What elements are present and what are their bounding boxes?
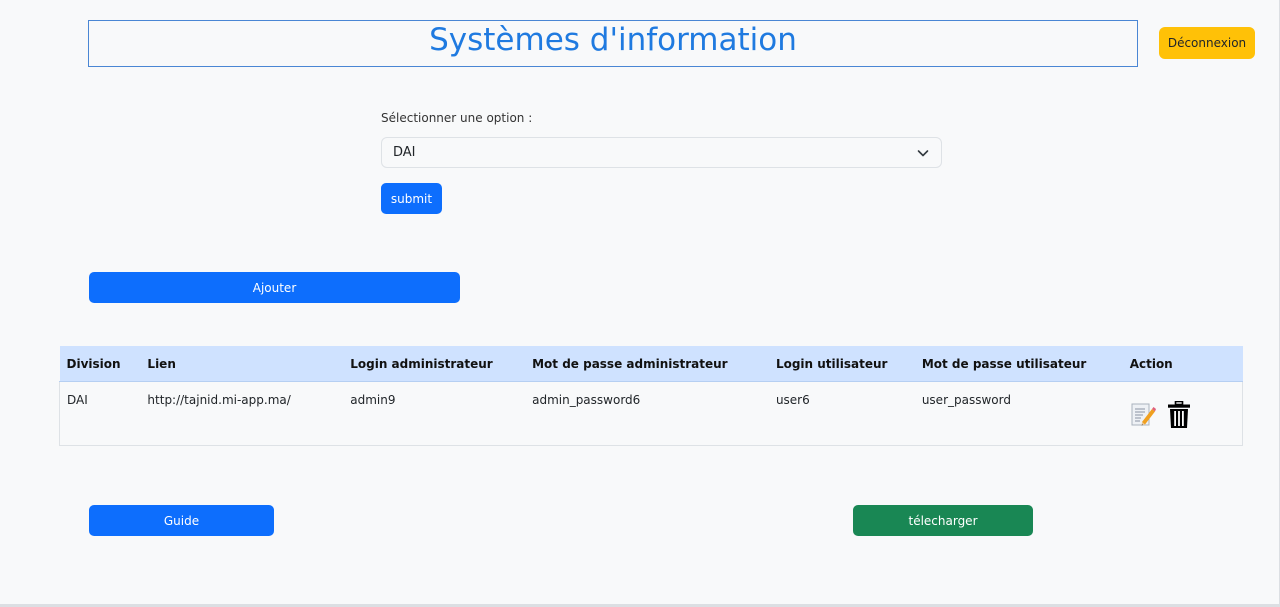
- cell-link: http://tajnid.mi-app.ma/: [140, 381, 344, 446]
- column-header: Login utilisateur: [768, 346, 915, 382]
- cell-division: DAI: [59, 381, 141, 446]
- page-title-box: Systèmes d'information: [88, 20, 1138, 67]
- table-row: DAI http://tajnid.mi-app.ma/ admin9 admi…: [59, 381, 1243, 446]
- division-select[interactable]: DAI: [381, 137, 942, 168]
- column-header: Mot de passe utilisateur: [914, 346, 1123, 382]
- column-header: Lien: [140, 346, 344, 382]
- cell-user-login: user6: [768, 381, 915, 446]
- column-header: Action: [1122, 346, 1243, 382]
- trash-icon[interactable]: [1167, 401, 1191, 429]
- column-header: Division: [59, 346, 141, 382]
- column-header: Mot de passe administrateur: [525, 346, 769, 382]
- page-title: Systèmes d'information: [429, 22, 797, 58]
- chevron-down-icon: [917, 150, 929, 157]
- systems-table: Division Lien Login administrateur Mot d…: [59, 346, 1243, 446]
- cell-user-password: user_password: [914, 381, 1123, 446]
- select-value: DAI: [393, 145, 416, 160]
- submit-button[interactable]: submit: [381, 183, 442, 214]
- cell-actions: [1122, 381, 1243, 446]
- select-label: Sélectionner une option :: [381, 111, 533, 125]
- cell-admin-password: admin_password6: [525, 381, 769, 446]
- add-button[interactable]: Ajouter: [89, 272, 460, 303]
- guide-button[interactable]: Guide: [89, 505, 274, 536]
- cell-admin-login: admin9: [343, 381, 526, 446]
- logout-button[interactable]: Déconnexion: [1159, 27, 1255, 59]
- table-header-row: Division Lien Login administrateur Mot d…: [59, 346, 1243, 382]
- edit-icon[interactable]: [1130, 402, 1156, 428]
- download-button[interactable]: télecharger: [853, 505, 1033, 536]
- column-header: Login administrateur: [343, 346, 526, 382]
